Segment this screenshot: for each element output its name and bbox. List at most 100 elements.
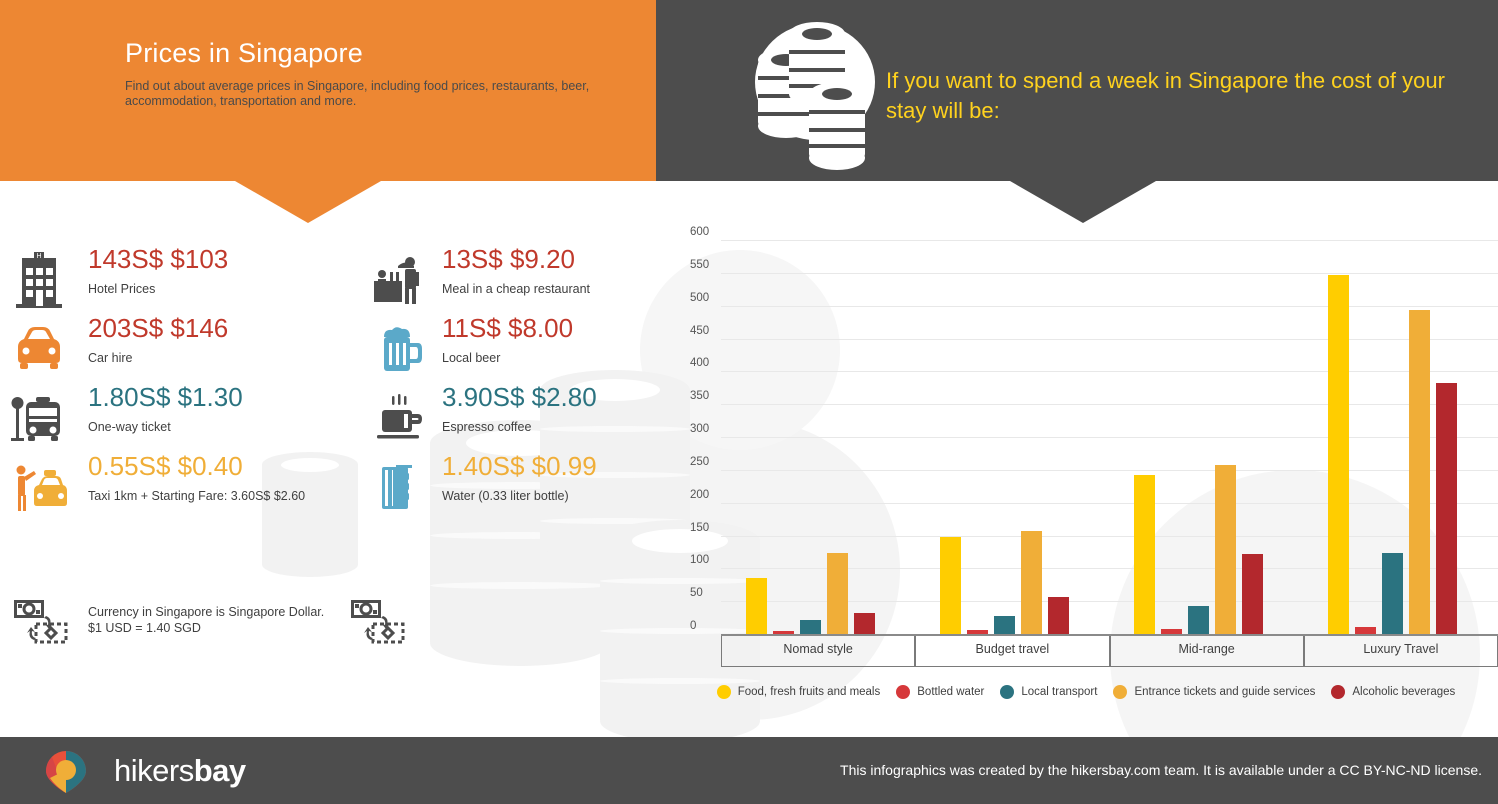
restaurant-icon xyxy=(372,250,430,310)
price-value: 203S$ $146 xyxy=(88,313,229,343)
price-value: 3.90S$ $2.80 xyxy=(442,382,597,412)
svg-text:H: H xyxy=(36,253,41,260)
page-title: Prices in Singapore xyxy=(125,38,363,68)
legend-color-dot xyxy=(1000,685,1015,699)
price-row-water: 1.40S$ $0.99 Water (0.33 liter bottle) xyxy=(372,451,692,522)
price-row-oneway: 1.80S$ $1.30 One-way ticket xyxy=(10,382,330,453)
chart-bar xyxy=(1382,553,1404,634)
legend-label: Food, fresh fruits and meals xyxy=(737,686,881,698)
category-label: Mid-range xyxy=(1178,642,1235,656)
legend-color-dot xyxy=(1113,685,1128,699)
logo-wordmark: hikersbay xyxy=(114,753,246,789)
footer-bar: hikersbay This infographics was created … xyxy=(0,737,1498,804)
price-label: Hotel Prices xyxy=(88,282,156,296)
chart-bar xyxy=(1134,475,1156,634)
price-row-car: 203S$ $146 Car hire xyxy=(10,313,330,384)
legend-item[interactable]: Food, fresh fruits and meals xyxy=(716,685,881,699)
y-axis-tick-label: 0 xyxy=(690,620,697,632)
chart-bars xyxy=(721,240,1498,634)
price-label: Taxi 1km + Starting Fare: 3.60S$ $2.60 xyxy=(88,489,306,503)
dark-notch xyxy=(1010,181,1156,223)
price-label: One-way ticket xyxy=(88,420,171,434)
price-value: 13S$ $9.20 xyxy=(442,244,576,274)
price-row-coffee: 3.90S$ $2.80 Espresso coffee xyxy=(372,382,692,453)
infographic-page: Prices in Singapore Find out about avera… xyxy=(0,0,1498,804)
hotel-icon: H xyxy=(10,250,68,310)
logo-text-bold: bay xyxy=(193,753,246,788)
chart-bar xyxy=(993,615,1015,634)
water-bottle-icon xyxy=(372,457,430,517)
legend-color-dot xyxy=(1331,685,1346,699)
page-subtitle: Find out about average prices in Singapo… xyxy=(125,79,590,108)
y-axis-tick-label: 250 xyxy=(690,455,710,468)
chart-bar xyxy=(826,553,848,634)
y-axis-tick-label: 50 xyxy=(690,587,703,600)
chart-bar xyxy=(966,630,988,634)
chart-bar xyxy=(1328,274,1350,634)
category-label: Luxury Travel xyxy=(1363,642,1439,656)
price-value: 0.55S$ $0.40 xyxy=(88,451,243,481)
category-label: Budget travel xyxy=(975,642,1050,656)
y-axis-tick-label: 500 xyxy=(690,291,710,304)
price-value: 1.80S$ $1.30 xyxy=(88,382,243,412)
legend-item[interactable]: Alcoholic beverages xyxy=(1331,685,1455,699)
orange-notch xyxy=(235,181,381,223)
legend-label: Alcoholic beverages xyxy=(1352,686,1456,698)
y-axis-tick-label: 350 xyxy=(690,390,710,403)
coffee-icon xyxy=(372,388,430,448)
price-row-meal: 13S$ $9.20 Meal in a cheap restaurant xyxy=(372,244,692,315)
money-icon-secondary xyxy=(349,598,405,644)
bus-icon xyxy=(10,388,68,448)
price-label: Espresso coffee xyxy=(442,420,532,434)
y-axis-tick-label: 300 xyxy=(690,423,710,435)
chart-bar xyxy=(745,578,767,634)
currency-note-row: Currency in Singapore is Singapore Dolla… xyxy=(0,594,690,664)
legend-item[interactable]: Bottled water xyxy=(896,685,984,699)
chart-bar xyxy=(853,613,875,634)
y-axis-tick-label: 550 xyxy=(690,258,710,271)
price-label: Local beer xyxy=(442,351,501,365)
legend-item[interactable]: Local transport xyxy=(1000,685,1097,699)
beer-icon xyxy=(372,319,430,379)
chart-bar xyxy=(1242,553,1264,634)
chart-bar xyxy=(1436,383,1458,634)
cost-bar-chart: 0 50 100 150 200 250 300 350 400 450 500 550 600 Nom… xyxy=(690,226,1498,710)
price-label: Water (0.33 liter bottle) xyxy=(442,489,569,503)
chart-bar xyxy=(1047,596,1069,634)
price-value: 143S$ $103 xyxy=(88,244,229,274)
chart-bar xyxy=(1215,465,1237,634)
money-icon xyxy=(12,598,68,644)
taxi-icon xyxy=(10,457,68,517)
legend-label: Bottled water xyxy=(917,686,985,698)
chart-bar xyxy=(939,536,961,634)
price-list: H 143S$ $103 Hotel Prices 203S$ $146 Car… xyxy=(0,244,692,546)
cost-headline: If you want to spend a week in Singapore… xyxy=(886,68,1445,123)
y-axis-tick-label: 100 xyxy=(690,554,710,567)
y-axis-tick-label: 600 xyxy=(690,226,710,238)
price-label: Meal in a cheap restaurant xyxy=(442,282,591,296)
chart-bar xyxy=(799,619,821,634)
price-row-hotel: H 143S$ $103 Hotel Prices xyxy=(10,244,330,315)
car-icon xyxy=(10,319,68,379)
legend-item[interactable]: Entrance tickets and guide services xyxy=(1113,685,1315,699)
chart-legend: Food, fresh fruits and meals Bottled wate… xyxy=(690,685,1498,699)
price-value: 11S$ $8.00 xyxy=(442,313,574,343)
price-value: 1.40S$ $0.99 xyxy=(442,451,597,481)
legend-color-dot xyxy=(716,685,731,699)
logo-text-light: hikers xyxy=(114,753,194,788)
legend-color-dot xyxy=(896,685,911,699)
y-axis-tick-label: 200 xyxy=(690,488,710,501)
chart-bar xyxy=(772,630,794,634)
category-label: Nomad style xyxy=(783,642,853,656)
legend-label: Local transport xyxy=(1021,686,1098,698)
legend-label: Entrance tickets and guide services xyxy=(1134,686,1316,698)
currency-note-text: Currency in Singapore is Singapore Dolla… xyxy=(88,605,325,635)
price-row-taxi: 0.55S$ $0.40 Taxi 1km + Starting Fare: 3… xyxy=(10,451,330,522)
y-axis-tick-label: 400 xyxy=(690,357,710,370)
footer-note: This infographics was created by the hik… xyxy=(840,762,1482,778)
hikersbay-logo[interactable]: hikersbay xyxy=(40,750,270,793)
price-label: Car hire xyxy=(88,351,133,365)
y-axis-tick-label: 150 xyxy=(690,521,710,534)
chart-bar xyxy=(1355,627,1377,634)
price-column-left: H 143S$ $103 Hotel Prices 203S$ $146 Car… xyxy=(10,244,330,522)
